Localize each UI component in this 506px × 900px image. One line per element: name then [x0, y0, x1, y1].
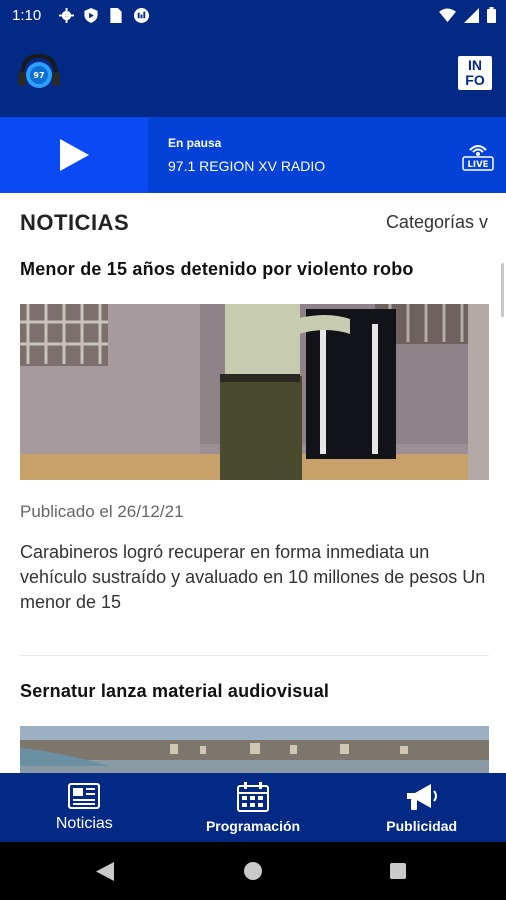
nav-label: Noticias [55, 814, 113, 832]
play-icon [60, 139, 89, 171]
article-card[interactable]: Menor de 15 años detenido por violento r… [20, 259, 489, 615]
status-icons-right [439, 7, 496, 28]
shield-icon [83, 7, 99, 23]
svg-text:97: 97 [33, 71, 44, 80]
bottom-navigation: Noticias Programación Publicidad [0, 773, 506, 842]
info-button[interactable]: IN FO [458, 56, 492, 90]
nav-label: Publicidad [386, 817, 458, 834]
radio-logo-icon[interactable]: 97 [16, 50, 62, 96]
categories-dropdown[interactable]: Categorías v [386, 212, 488, 233]
radio-player: En pausa 97.1 REGION XV RADIO LIVE [0, 117, 506, 193]
player-info: En pausa 97.1 REGION XV RADIO LIVE [148, 117, 506, 193]
recent-apps-icon[interactable] [390, 863, 406, 879]
info-line-1: IN [468, 57, 482, 73]
home-icon[interactable] [244, 862, 262, 880]
section-title: NOTICIAS [20, 210, 130, 235]
article-title[interactable]: Menor de 15 años detenido por violento r… [20, 259, 489, 280]
article-image[interactable] [20, 304, 489, 480]
station-name: 97.1 REGION XV RADIO [168, 158, 326, 174]
live-radio-icon[interactable]: LIVE [462, 141, 494, 176]
live-label: LIVE [468, 160, 489, 170]
calendar-icon [237, 781, 269, 812]
player-status: En pausa [168, 136, 222, 150]
signal-icon [464, 7, 479, 28]
play-button[interactable] [0, 117, 148, 193]
wifi-icon [439, 7, 456, 28]
megaphone-icon [406, 783, 437, 810]
status-time: 1:10 [12, 7, 42, 24]
divider [20, 655, 489, 656]
status-icons-left [58, 7, 149, 23]
battery-icon [487, 7, 496, 28]
nav-publicidad[interactable]: Publicidad [337, 773, 506, 842]
status-bar: 1:10 [0, 0, 506, 32]
sim-icon [108, 7, 124, 23]
article-date: Publicado el 26/12/21 [20, 502, 184, 521]
settings-icon [58, 7, 74, 23]
nav-programacion[interactable]: Programación [169, 773, 338, 842]
app-bar: 97 IN FO [0, 32, 506, 117]
article-description: Carabineros logró recuperar en forma inm… [20, 542, 486, 612]
back-icon[interactable] [96, 862, 114, 886]
article-card[interactable]: Sernatur lanza material audiovisual [20, 681, 489, 773]
nav-noticias[interactable]: Noticias [0, 773, 169, 842]
news-list[interactable]: NOTICIAS Categorías v Menor de 15 años d… [0, 193, 506, 773]
newspaper-icon [68, 782, 101, 809]
info-line-2: FO [465, 72, 485, 88]
article-title[interactable]: Sernatur lanza material audiovisual [20, 681, 489, 702]
system-navigation-bar [0, 842, 506, 900]
chart-icon [133, 7, 149, 23]
scrollbar[interactable] [501, 263, 504, 317]
article-image[interactable] [20, 726, 489, 773]
nav-label: Programación [205, 817, 301, 834]
